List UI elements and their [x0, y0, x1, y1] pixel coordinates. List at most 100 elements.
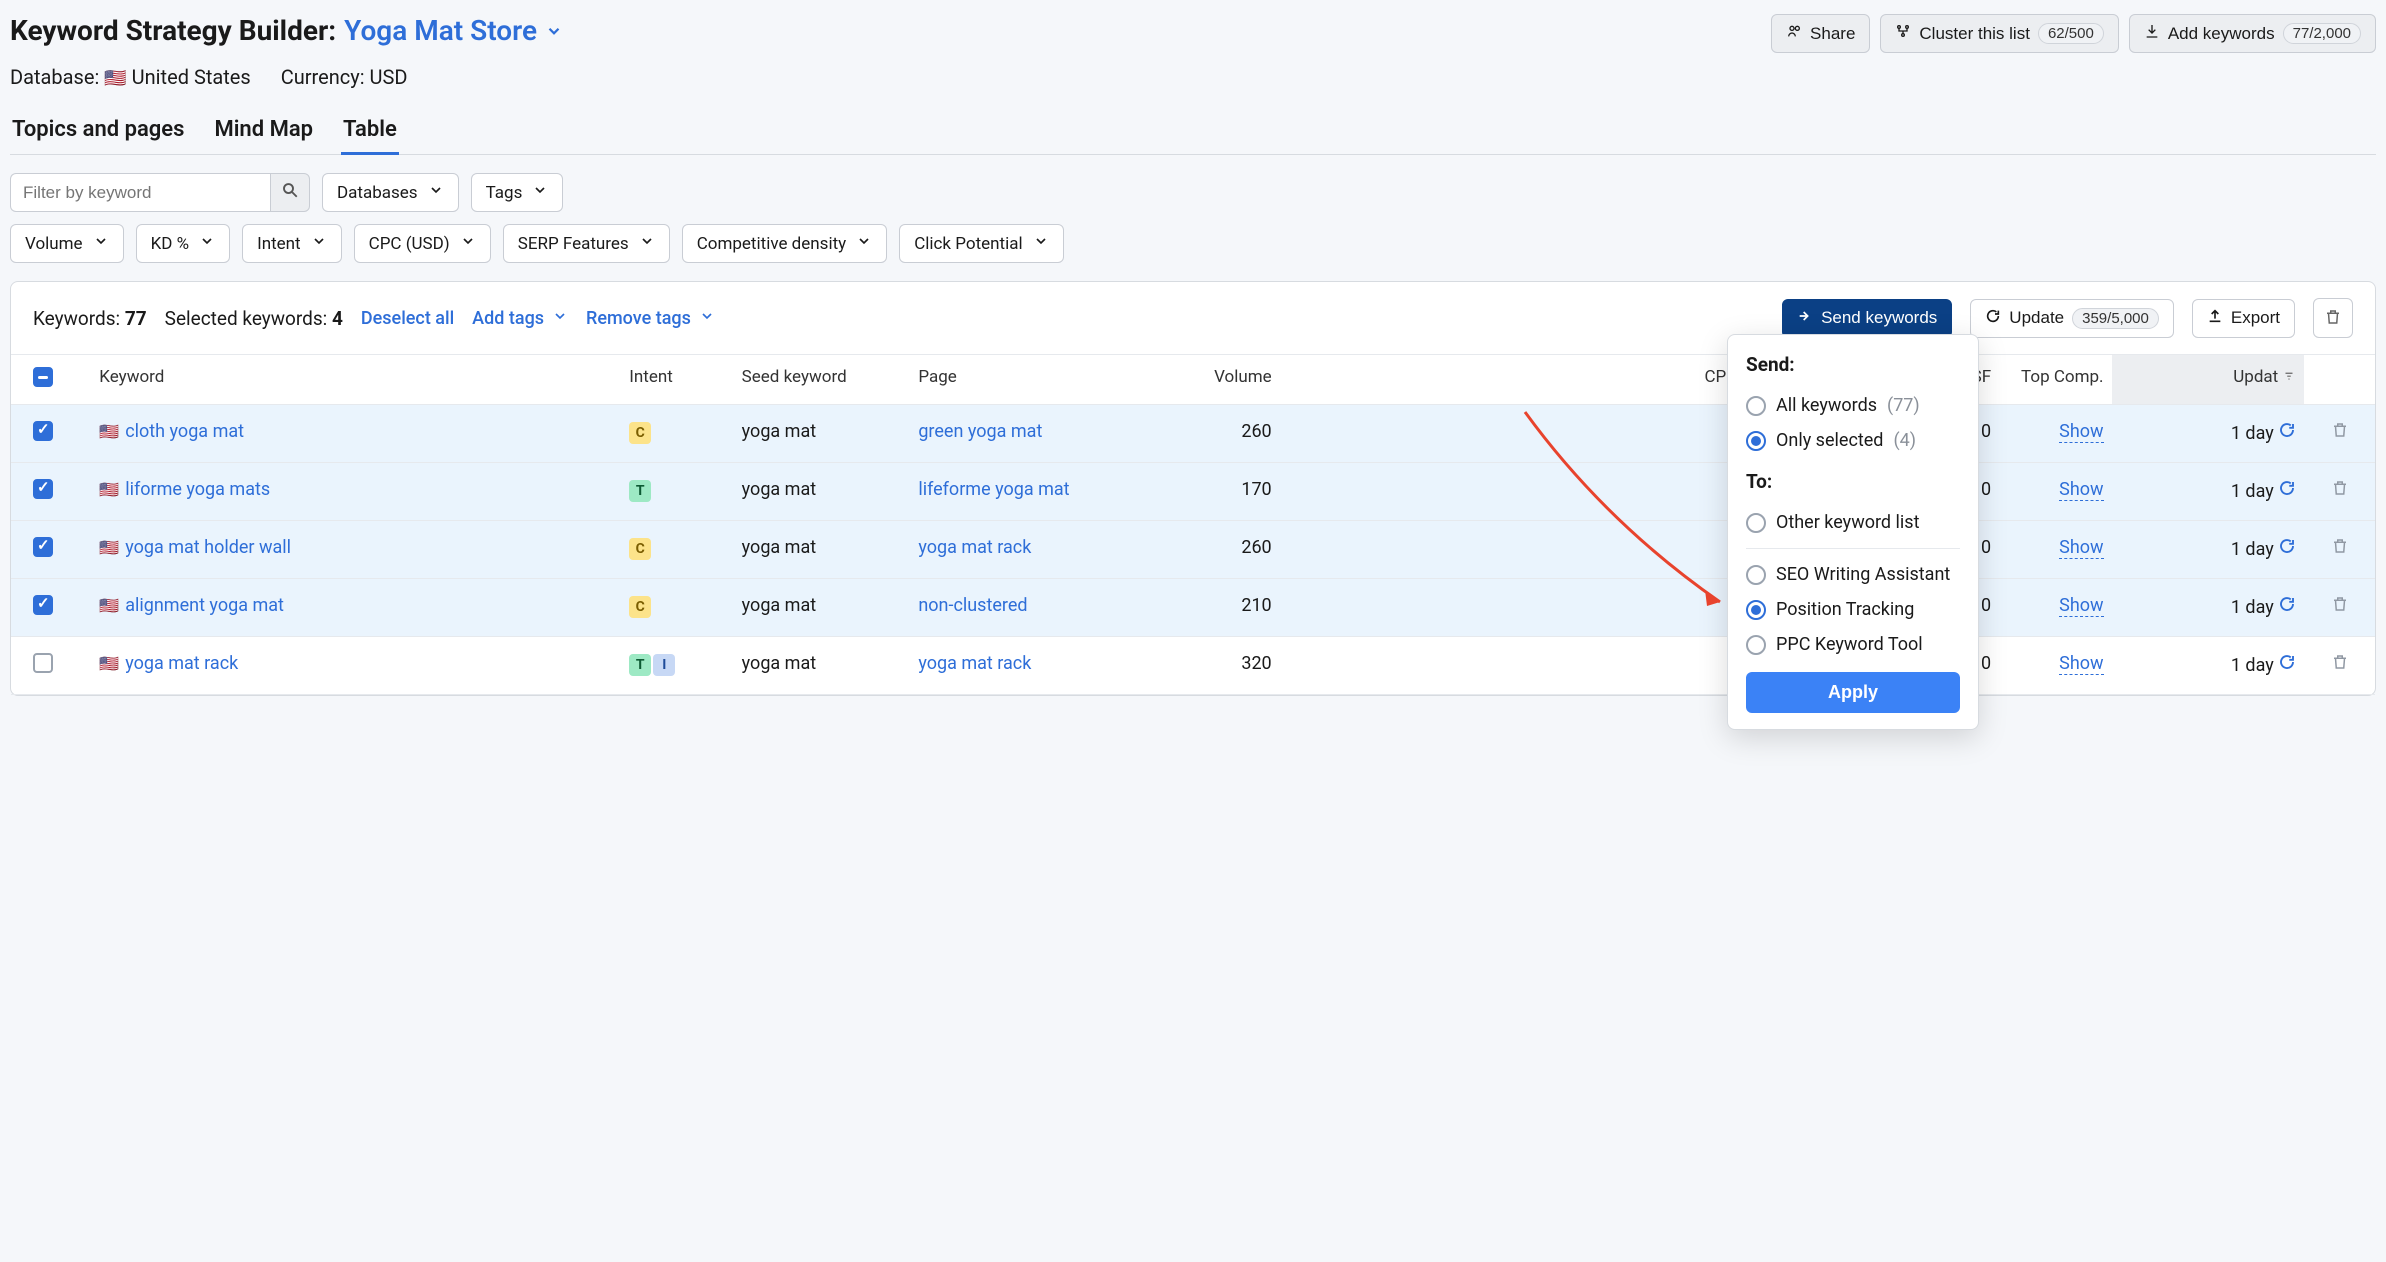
remove-tags-link[interactable]: Remove tags — [586, 308, 715, 329]
radio-position-tracking[interactable]: Position Tracking — [1746, 592, 1960, 627]
col-intent[interactable]: Intent — [621, 355, 733, 405]
page-link[interactable]: yoga mat rack — [918, 537, 1031, 558]
intent-badge: C — [629, 596, 651, 618]
page-link[interactable]: lifeforme yoga mat — [918, 479, 1069, 500]
add-tags-link[interactable]: Add tags — [472, 308, 568, 329]
page-link[interactable]: yoga mat rack — [918, 653, 1031, 674]
add-keywords-button[interactable]: Add keywords 77/2,000 — [2129, 14, 2376, 53]
row-checkbox[interactable] — [33, 653, 53, 673]
trash-icon[interactable] — [2331, 479, 2349, 497]
keyword-link[interactable]: liforme yoga mats — [125, 479, 270, 500]
sub-meta: Database: 🇺🇸 United States Currency: USD — [10, 61, 2376, 109]
page-link[interactable]: non-clustered — [918, 595, 1027, 616]
row-checkbox[interactable] — [33, 595, 53, 615]
kd-dropdown[interactable]: KD % — [136, 224, 231, 263]
refresh-icon[interactable] — [2278, 595, 2296, 613]
show-link[interactable]: Show — [2059, 653, 2103, 675]
show-link[interactable]: Show — [2059, 537, 2103, 559]
intent-badge: C — [629, 538, 651, 560]
project-selector[interactable]: Yoga Mat Store — [344, 14, 563, 47]
tags-dropdown[interactable]: Tags — [471, 173, 564, 212]
table-row: 🇺🇸cloth yoga mat C yoga mat green yoga m… — [11, 405, 2375, 463]
tab-topics[interactable]: Topics and pages — [10, 109, 186, 154]
export-button[interactable]: Export — [2192, 299, 2295, 338]
keywords-table: Keyword Intent Seed keyword Page Volume … — [11, 355, 2375, 695]
chevron-down-icon — [199, 233, 215, 254]
tab-table[interactable]: Table — [341, 109, 399, 154]
keyword-link[interactable]: yoga mat rack — [125, 653, 238, 674]
select-all-checkbox[interactable] — [33, 367, 53, 387]
volume-cell: 260 — [1135, 405, 1280, 463]
keyword-link[interactable]: cloth yoga mat — [125, 421, 244, 442]
page-link[interactable]: green yoga mat — [918, 421, 1042, 442]
col-page[interactable]: Page — [910, 355, 1135, 405]
delete-button[interactable] — [2313, 298, 2353, 338]
cpc-dropdown[interactable]: CPC (USD) — [354, 224, 491, 263]
volume-cell: 320 — [1135, 637, 1280, 695]
search-button[interactable] — [270, 173, 310, 212]
refresh-icon[interactable] — [2278, 653, 2296, 671]
trash-icon[interactable] — [2331, 537, 2349, 555]
trash-icon[interactable] — [2331, 421, 2349, 439]
refresh-icon[interactable] — [2278, 479, 2296, 497]
share-button[interactable]: Share — [1771, 14, 1870, 53]
table-row: 🇺🇸yoga mat rack TI yoga mat yoga mat rac… — [11, 637, 2375, 695]
refresh-icon[interactable] — [2278, 421, 2296, 439]
flag-icon: 🇺🇸 — [99, 654, 119, 673]
update-text: 1 day — [2231, 655, 2274, 676]
show-link[interactable]: Show — [2059, 595, 2103, 617]
col-keyword[interactable]: Keyword — [91, 355, 621, 405]
trash-icon[interactable] — [2331, 653, 2349, 671]
refresh-icon[interactable] — [2278, 537, 2296, 555]
send-keywords-button[interactable]: Send keywords — [1782, 299, 1952, 338]
tab-mindmap[interactable]: Mind Map — [212, 109, 315, 154]
chevron-down-icon — [699, 308, 715, 329]
trash-icon[interactable] — [2331, 595, 2349, 613]
database-country: United States — [132, 65, 251, 89]
keyword-link[interactable]: yoga mat holder wall — [125, 537, 291, 558]
radio-icon — [1746, 635, 1766, 655]
radio-only-selected[interactable]: Only selected (4) — [1746, 423, 1960, 458]
upload-icon — [2207, 308, 2223, 329]
row-checkbox[interactable] — [33, 421, 53, 441]
update-text: 1 day — [2231, 423, 2274, 444]
volume-dropdown[interactable]: Volume — [10, 224, 124, 263]
seed-keyword: yoga mat — [734, 579, 911, 637]
deselect-all-link[interactable]: Deselect all — [361, 308, 454, 329]
chevron-down-icon — [1033, 233, 1049, 254]
update-text: 1 day — [2231, 481, 2274, 502]
col-update[interactable]: Updat — [2112, 355, 2305, 405]
show-link[interactable]: Show — [2059, 421, 2103, 443]
radio-ppc-tool[interactable]: PPC Keyword Tool — [1746, 627, 1960, 662]
update-button[interactable]: Update 359/5,000 — [1970, 299, 2174, 338]
radio-all-keywords[interactable]: All keywords (77) — [1746, 388, 1960, 423]
col-volume[interactable]: Volume — [1135, 355, 1280, 405]
radio-seo-assistant[interactable]: SEO Writing Assistant — [1746, 557, 1960, 592]
show-link[interactable]: Show — [2059, 479, 2103, 501]
click-potential-dropdown[interactable]: Click Potential — [899, 224, 1063, 263]
col-topcomp[interactable]: Top Comp. — [1999, 355, 2111, 405]
density-dropdown[interactable]: Competitive density — [682, 224, 887, 263]
radio-other-list[interactable]: Other keyword list — [1746, 505, 1960, 540]
flag-icon: 🇺🇸 — [104, 68, 126, 89]
databases-dropdown[interactable]: Databases — [322, 173, 459, 212]
chevron-down-icon — [545, 22, 563, 40]
keyword-link[interactable]: alignment yoga mat — [125, 595, 284, 616]
chevron-down-icon — [532, 182, 548, 203]
share-icon — [1786, 23, 1802, 44]
row-checkbox[interactable] — [33, 537, 53, 557]
row-checkbox[interactable] — [33, 479, 53, 499]
volume-cell: 260 — [1135, 521, 1280, 579]
apply-button[interactable]: Apply — [1746, 672, 1960, 713]
volume-cell: 210 — [1135, 579, 1280, 637]
page-header: Keyword Strategy Builder: Yoga Mat Store… — [10, 0, 2376, 61]
cluster-button[interactable]: Cluster this list 62/500 — [1880, 14, 2118, 53]
serp-dropdown[interactable]: SERP Features — [503, 224, 670, 263]
chevron-down-icon — [311, 233, 327, 254]
intent-dropdown[interactable]: Intent — [242, 224, 342, 263]
col-seed[interactable]: Seed keyword — [734, 355, 911, 405]
filter-input-wrap — [10, 173, 310, 212]
chevron-down-icon — [460, 233, 476, 254]
chevron-down-icon — [428, 182, 444, 203]
filter-input[interactable] — [10, 173, 270, 212]
